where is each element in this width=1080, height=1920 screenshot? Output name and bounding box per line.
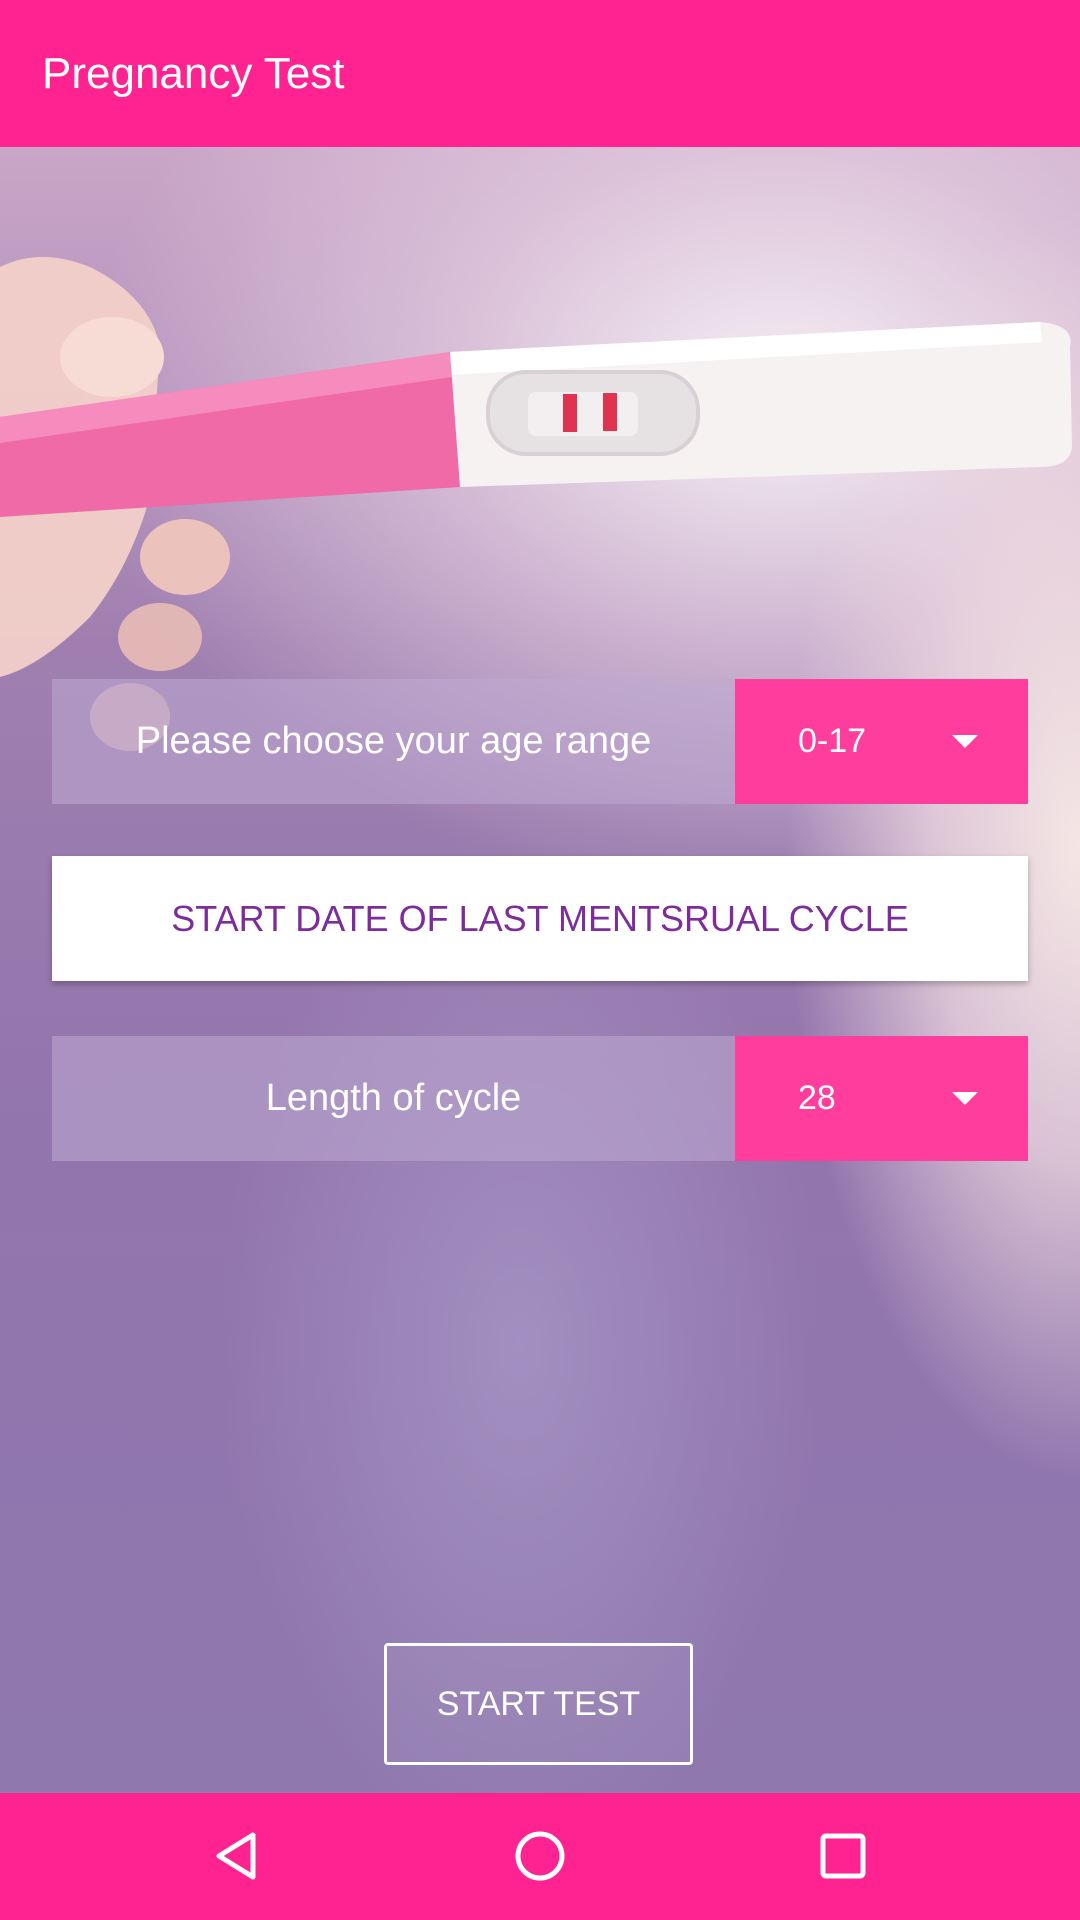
age-range-row: Please choose your age range 0-17	[52, 679, 1028, 804]
back-button[interactable]	[203, 1821, 273, 1891]
start-date-button[interactable]: START DATE OF LAST MENTSRUAL CYCLE	[52, 856, 1028, 981]
age-range-dropdown[interactable]: 0-17	[735, 679, 1028, 804]
recent-apps-button[interactable]	[808, 1821, 878, 1891]
cycle-length-dropdown[interactable]: 28	[735, 1036, 1028, 1161]
screen: Pregnancy Test Please choose your age ra…	[0, 0, 1080, 1920]
start-test-button[interactable]: START TEST	[384, 1643, 693, 1765]
back-triangle-icon	[216, 1832, 256, 1880]
cycle-length-row: Length of cycle 28	[52, 1036, 1028, 1161]
home-circle-icon	[515, 1831, 565, 1881]
recent-apps-square-icon	[820, 1833, 866, 1879]
cycle-length-label: Length of cycle	[52, 1036, 735, 1161]
dropdown-arrow-icon	[952, 735, 978, 748]
app-bar: Pregnancy Test	[0, 0, 1080, 147]
app-title: Pregnancy Test	[42, 49, 345, 98]
age-range-label: Please choose your age range	[52, 679, 735, 804]
cycle-length-value: 28	[798, 1079, 836, 1117]
dropdown-arrow-icon	[952, 1092, 978, 1105]
age-range-value: 0-17	[798, 722, 867, 760]
home-button[interactable]	[505, 1821, 575, 1891]
navigation-bar	[0, 1793, 1080, 1920]
